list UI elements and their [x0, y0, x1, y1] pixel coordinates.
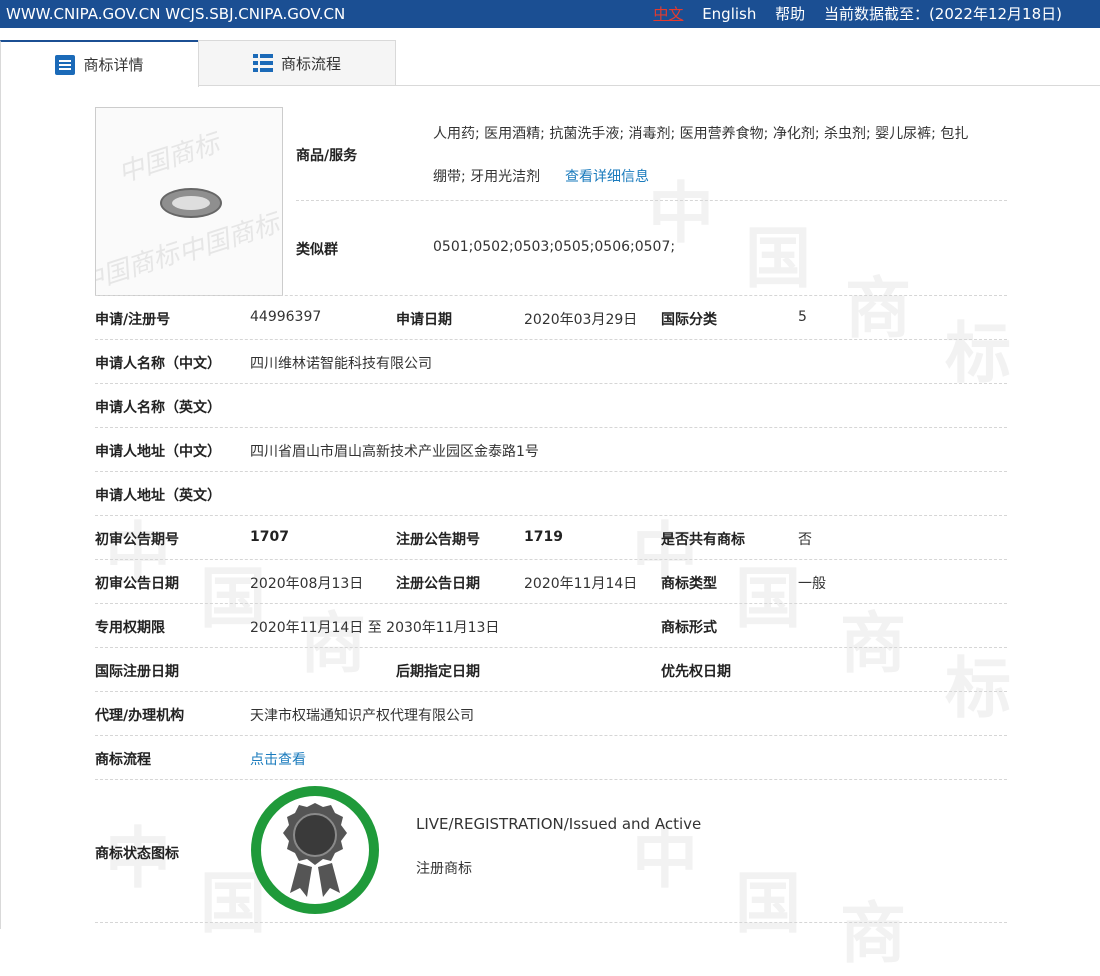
tab-trademark-detail[interactable]: 商标详情 — [0, 40, 199, 87]
detail-list-icon — [55, 54, 76, 75]
apply-date-value: 2020年03月29日 — [524, 312, 638, 328]
mark-type-value: 一般 — [798, 576, 826, 592]
watermark-char: 商 — [840, 895, 906, 972]
registered-seal-icon — [251, 786, 379, 914]
intl-class-value: 5 — [798, 309, 807, 325]
row-divider — [95, 427, 1007, 428]
prelim-issue-value: 1707 — [250, 529, 289, 545]
row-divider — [95, 603, 1007, 604]
lang-chinese-link[interactable]: 中文 — [653, 5, 683, 23]
status-icon-label: 商标状态图标 — [95, 846, 179, 862]
watermark-char: 标 — [945, 315, 1011, 392]
row-divider — [296, 200, 1007, 201]
row-divider — [95, 779, 1007, 780]
reg-issue-value: 1719 — [524, 529, 563, 545]
reg-date-label: 注册公告日期 — [396, 576, 480, 592]
row-divider — [95, 295, 1007, 296]
row-divider — [95, 383, 1007, 384]
watermark-char: 商 — [845, 270, 911, 347]
reg-no-value: 44996397 — [250, 309, 322, 325]
later-designation-label: 后期指定日期 — [396, 664, 480, 680]
reg-date-value: 2020年11月14日 — [524, 576, 638, 592]
view-details-link[interactable]: 查看详细信息 — [565, 166, 649, 186]
goods-value-line2: 绷带; 牙用光洁剂 — [433, 169, 541, 185]
watermark-char: 标 — [945, 650, 1011, 727]
watermark-char: 国 — [735, 865, 801, 942]
address-en-label: 申请人地址（英文） — [95, 488, 221, 504]
top-bar: WWW.CNIPA.GOV.CN WCJS.SBJ.CNIPA.GOV.CN 中… — [0, 0, 1100, 28]
watermark-char: 国 — [745, 220, 811, 297]
row-divider — [95, 515, 1007, 516]
status-text-cn: 注册商标 — [416, 861, 472, 877]
row-divider — [95, 647, 1007, 648]
image-watermark-text: 中国商标 — [95, 238, 183, 296]
similar-group-label: 类似群 — [296, 242, 338, 258]
trademark-logo — [160, 188, 222, 218]
priority-date-label: 优先权日期 — [661, 664, 731, 680]
intl-class-label: 国际分类 — [661, 312, 717, 328]
row-divider — [95, 691, 1007, 692]
row-divider — [95, 339, 1007, 340]
row-divider — [95, 559, 1007, 560]
agent-value: 天津市权瑞通知识产权代理有限公司 — [250, 708, 474, 724]
watermark-char: 商 — [840, 605, 906, 682]
image-watermark-text: 中国商标 — [114, 128, 223, 190]
help-link[interactable]: 帮助 — [775, 5, 805, 23]
applicant-cn-value: 四川维林诺智能科技有限公司 — [250, 356, 432, 372]
applicant-cn-label: 申请人名称（中文） — [95, 356, 221, 372]
shared-value: 否 — [798, 532, 812, 548]
goods-value-line1: 人用药; 医用酒精; 抗菌洗手液; 消毒剂; 医用营养食物; 净化剂; 杀虫剂;… — [433, 126, 969, 142]
row-divider — [95, 922, 1007, 923]
prelim-issue-label: 初审公告期号 — [95, 532, 179, 548]
process-list-icon — [252, 54, 273, 72]
address-cn-value: 四川省眉山市眉山高新技术产业园区金泰路1号 — [250, 444, 539, 460]
process-label: 商标流程 — [95, 752, 151, 768]
prelim-date-label: 初审公告日期 — [95, 576, 179, 592]
mark-form-label: 商标形式 — [661, 620, 717, 636]
site-domains[interactable]: WWW.CNIPA.GOV.CN WCJS.SBJ.CNIPA.GOV.CN — [6, 0, 345, 28]
intl-reg-date-label: 国际注册日期 — [95, 664, 179, 680]
prelim-date-value: 2020年08月13日 — [250, 576, 364, 592]
top-links: 中文 English 帮助 当前数据截至：(2022年12月18日) — [639, 0, 1062, 28]
trademark-image[interactable]: 中国商标 中国商标 中国商标 — [95, 107, 283, 296]
tab-label: 商标流程 — [280, 54, 341, 73]
applicant-en-label: 申请人名称（英文） — [95, 400, 221, 416]
watermark-char: 商 — [300, 605, 366, 682]
row-divider — [95, 735, 1007, 736]
tab-bar: 商标详情 商标流程 — [0, 40, 1100, 87]
reg-issue-label: 注册公告期号 — [396, 532, 480, 548]
mark-type-label: 商标类型 — [661, 576, 717, 592]
similar-group-value: 0501;0502;0503;0505;0506;0507; — [433, 239, 676, 255]
data-cutoff-text: 当前数据截至：(2022年12月18日) — [823, 5, 1062, 23]
address-cn-label: 申请人地址（中文） — [95, 444, 221, 460]
lang-english-link[interactable]: English — [702, 5, 756, 23]
agent-label: 代理/办理机构 — [95, 708, 185, 724]
exclusive-period-label: 专用权期限 — [95, 620, 165, 636]
apply-date-label: 申请日期 — [396, 312, 452, 328]
tab-label: 商标详情 — [83, 56, 144, 74]
status-text-en: LIVE/REGISTRATION/Issued and Active — [416, 815, 702, 833]
exclusive-period-value: 2020年11月14日 至 2030年11月13日 — [250, 620, 500, 636]
tab-trademark-process[interactable]: 商标流程 — [198, 40, 396, 85]
goods-label: 商品/服务 — [296, 148, 358, 164]
shared-label: 是否共有商标 — [661, 532, 745, 548]
view-process-link[interactable]: 点击查看 — [250, 749, 306, 769]
row-divider — [95, 471, 1007, 472]
reg-no-label: 申请/注册号 — [95, 312, 171, 328]
